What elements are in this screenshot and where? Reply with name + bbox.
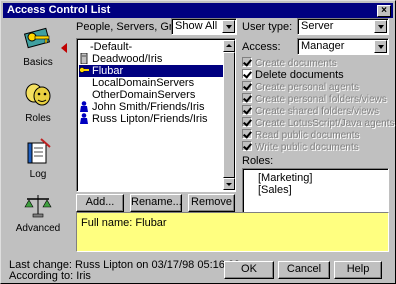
read-public-documents-checkbox[interactable]: Read public documents — [242, 129, 360, 141]
add-button[interactable]: Add... — [76, 194, 124, 212]
list-item[interactable]: OtherDomainServers — [92, 89, 195, 101]
full-name-text: Full name: Flubar — [81, 217, 167, 229]
list-item[interactable]: John Smith/Friends/Iris — [79, 101, 204, 113]
people-list[interactable]: -Default- Deadwood/Iris Flubar LocalDoma… — [76, 38, 236, 192]
access-value: Manager — [301, 40, 345, 52]
list-item[interactable]: LocalDomainServers — [92, 77, 194, 89]
roles-list[interactable]: [Marketing] [Sales] — [242, 168, 389, 216]
checkbox-box[interactable] — [242, 81, 252, 91]
create-personal-agents-checkbox[interactable]: Create personal agents — [242, 81, 359, 93]
key-icon — [23, 25, 53, 53]
create-shared-folders-checkbox[interactable]: Create shared folders/views — [242, 105, 379, 117]
rename-button[interactable]: Rename... — [130, 194, 182, 212]
nav-log-label: Log — [29, 169, 47, 180]
scroll-down-button[interactable] — [223, 178, 235, 190]
nav-advanced-label: Advanced — [15, 223, 61, 234]
write-public-documents-checkbox[interactable]: Write public documents — [242, 141, 359, 153]
key-server-icon — [79, 65, 89, 76]
people-filter-select[interactable]: Show All — [171, 18, 237, 35]
nav-roles-label: Roles — [25, 113, 51, 124]
scale-icon — [23, 191, 53, 219]
close-button[interactable]: × — [377, 5, 391, 17]
checkbox-box[interactable] — [242, 69, 252, 79]
list-item[interactable]: Deadwood/Iris — [79, 52, 162, 65]
create-documents-checkbox[interactable]: Create documents — [242, 57, 337, 69]
checkbox-box[interactable] — [242, 93, 252, 103]
person-icon — [79, 101, 89, 112]
user-type-label: User type: — [242, 21, 293, 33]
checkbox-box[interactable] — [242, 105, 252, 115]
full-name-info-box: Full name: Flubar — [76, 212, 389, 252]
title-bar: Access Control List × — [3, 3, 393, 18]
close-icon: × — [381, 5, 387, 16]
user-type-select[interactable]: Server — [297, 18, 389, 35]
delete-documents-checkbox[interactable]: Delete documents — [242, 69, 344, 81]
masks-icon — [23, 81, 53, 109]
chevron-down-icon[interactable] — [222, 20, 235, 33]
user-type-value: Server — [301, 20, 334, 32]
remove-button[interactable]: Remove — [188, 194, 235, 212]
list-item[interactable]: Flubar — [79, 65, 225, 77]
role-item[interactable]: [Marketing] — [243, 172, 388, 184]
checkbox-box[interactable] — [242, 57, 252, 67]
according-to-text: According to: Iris — [9, 270, 91, 282]
nav-advanced[interactable]: Advanced — [7, 191, 69, 234]
nav-roles[interactable]: Roles — [7, 81, 69, 124]
ok-button[interactable]: OK — [224, 261, 274, 279]
chevron-down-icon[interactable] — [374, 20, 387, 33]
access-label: Access: — [242, 41, 281, 53]
nav-log[interactable]: Log — [7, 137, 69, 180]
checkbox-box[interactable] — [242, 117, 252, 127]
person-icon — [79, 113, 89, 124]
create-personal-folders-checkbox[interactable]: Create personal folders/views — [242, 93, 387, 105]
change-info: Last change: Russ Lipton on 03/17/98 05:… — [9, 260, 240, 282]
cancel-button[interactable]: Cancel — [278, 261, 330, 279]
people-filter-value: Show All — [175, 20, 218, 32]
checkbox-box[interactable] — [242, 129, 252, 139]
create-lotusscript-agents-checkbox[interactable]: Create LotusScript/Java agents — [242, 117, 395, 129]
server-icon — [79, 52, 89, 65]
list-item[interactable]: Russ Lipton/Friends/Iris — [79, 113, 208, 125]
active-section-arrow-icon — [61, 43, 67, 53]
log-book-icon — [23, 137, 53, 165]
list-item[interactable]: -Default- — [90, 41, 132, 53]
window-title: Access Control List — [7, 4, 111, 16]
checkbox-box[interactable] — [242, 141, 252, 151]
scroll-thumb[interactable] — [223, 52, 235, 178]
chevron-down-icon[interactable] — [374, 40, 387, 53]
acl-dialog: Access Control List × Basics Roles Log A… — [0, 0, 396, 284]
scroll-up-button[interactable] — [223, 40, 235, 52]
people-list-scrollbar[interactable] — [223, 40, 235, 190]
access-select[interactable]: Manager — [297, 38, 389, 55]
help-button[interactable]: Help — [334, 261, 382, 279]
nav-basics[interactable]: Basics — [7, 25, 69, 68]
roles-label: Roles: — [242, 155, 274, 167]
nav-basics-label: Basics — [23, 57, 53, 68]
role-item[interactable]: [Sales] — [243, 184, 388, 196]
